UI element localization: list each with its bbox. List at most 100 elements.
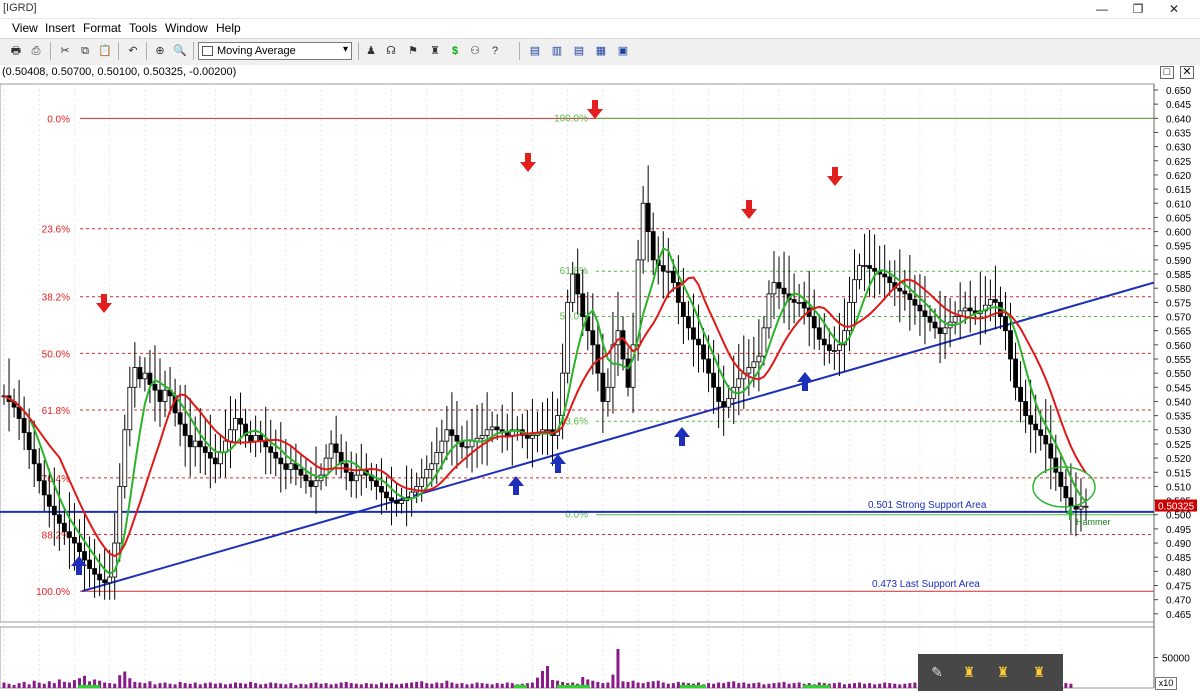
volume-bar (641, 683, 645, 688)
volume-bar (470, 683, 474, 688)
candle-body (233, 418, 238, 431)
candle-body (36, 463, 42, 482)
candle-body (157, 389, 163, 402)
candle-body (660, 265, 666, 272)
candle-body (545, 429, 550, 432)
price-tick-label: 0.495 (1166, 525, 1191, 536)
volume-bar (123, 671, 127, 688)
candle-body (217, 452, 223, 465)
price-tick-label: 0.475 (1166, 582, 1191, 593)
candle-body (922, 310, 928, 317)
volume-bar (244, 683, 248, 688)
volume-bar (369, 683, 373, 688)
candle-body (605, 386, 611, 402)
candle-body (107, 576, 113, 584)
price-tick-label: 0.615 (1166, 185, 1191, 196)
candle-body (610, 344, 616, 388)
candle-body (852, 279, 857, 303)
candle-body (434, 452, 440, 465)
candle-body (816, 327, 822, 340)
candle-body (102, 579, 108, 584)
volume-bar (646, 681, 650, 688)
candle-body (87, 559, 92, 569)
candle-body (1068, 497, 1074, 507)
candle-body (464, 446, 470, 449)
candle-body (298, 469, 304, 476)
volume-bar (465, 684, 469, 688)
volume-bar (888, 683, 892, 688)
volume-bar (737, 683, 741, 688)
candle-body (575, 273, 581, 295)
volume-bar (108, 683, 112, 688)
candle-body (721, 401, 727, 408)
volume-bar (792, 683, 796, 688)
volume-bar (440, 683, 444, 688)
volume-highlight (680, 685, 706, 688)
volume-bar (878, 683, 882, 688)
candle-body (248, 435, 253, 442)
candle-body (952, 316, 958, 323)
candle-body (117, 486, 123, 544)
candle-body (97, 573, 103, 581)
candle-body (942, 327, 948, 334)
volume-bar (334, 683, 338, 688)
volume-bar (264, 683, 268, 688)
volume-bar (22, 681, 26, 688)
volume-bar (847, 683, 851, 688)
candle-body (897, 287, 903, 292)
chart-tool-icon[interactable]: ♜ (960, 663, 978, 681)
chart-tool-icon[interactable]: ♜ (994, 663, 1012, 681)
candle-body (137, 367, 143, 380)
volume-bar (384, 683, 388, 688)
volume-bar (2, 682, 6, 688)
volume-bar (223, 684, 227, 688)
edit-icon[interactable]: ✎ (928, 663, 946, 681)
candle-body (776, 282, 782, 289)
volume-bar (873, 684, 877, 688)
volume-bar (742, 682, 746, 688)
volume-bar (752, 683, 756, 688)
zoom-factor-badge[interactable]: x10 (1155, 677, 1177, 690)
volume-bar (883, 682, 887, 688)
candle-body (409, 491, 415, 499)
candle-body (907, 293, 913, 300)
volume-bar (717, 682, 721, 688)
volume-bar (480, 683, 484, 688)
candle-body (1078, 505, 1084, 510)
candle-body (1023, 401, 1029, 417)
price-tick-label: 0.540 (1166, 397, 1191, 408)
volume-bar (62, 681, 66, 688)
price-tick-label: 0.510 (1166, 482, 1191, 493)
price-tick-label: 0.645 (1166, 100, 1191, 111)
volume-bar (57, 679, 61, 688)
price-tick-label: 0.595 (1166, 242, 1191, 253)
price-chart[interactable]: 0.4650.4700.4750.4800.4850.4900.4950.500… (0, 0, 1200, 691)
volume-bar (304, 684, 308, 688)
volume-bar (611, 674, 615, 688)
candle-body (837, 344, 842, 351)
candle-body (429, 463, 435, 470)
candle-body (711, 372, 716, 388)
volume-bar (339, 682, 343, 688)
candle-body (197, 440, 203, 448)
fib-left-label: 100.0% (36, 587, 70, 598)
volume-bar (435, 682, 439, 688)
chart-tool-icon[interactable]: ♜ (1030, 663, 1048, 681)
volume-bar (908, 683, 912, 688)
candle-body (821, 338, 827, 346)
volume-bar (530, 682, 534, 688)
price-tick-label: 0.650 (1166, 86, 1191, 97)
volume-bar (400, 683, 404, 688)
volume-bar (510, 683, 514, 688)
volume-bar (27, 684, 31, 688)
fib-right-label: 100.0% (554, 113, 588, 124)
volume-bar (767, 683, 771, 688)
volume-bar (596, 681, 600, 688)
volume-bar (233, 682, 237, 688)
volume-bar (420, 681, 424, 688)
candle-body (328, 443, 334, 459)
volume-bar (203, 683, 207, 688)
candle-body (384, 491, 389, 499)
price-tick-label: 0.600 (1166, 228, 1191, 239)
candle-body (449, 429, 455, 436)
